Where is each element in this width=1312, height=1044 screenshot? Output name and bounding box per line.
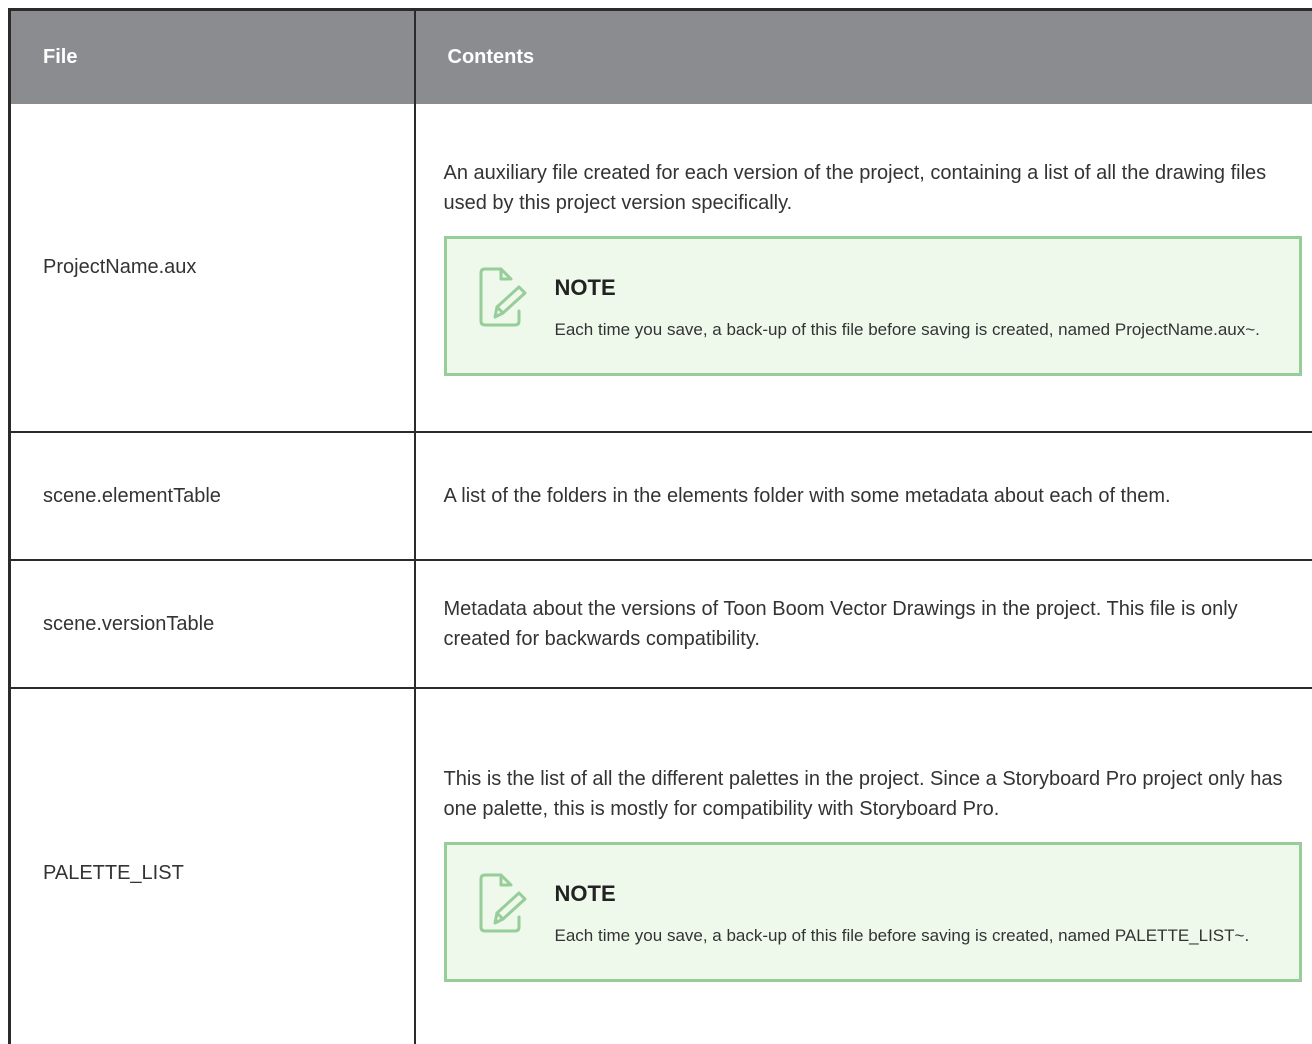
note-box: NOTE Each time you save, a back-up of th…	[443, 236, 1302, 376]
note-body: NOTE Each time you save, a back-up of th…	[555, 871, 1275, 950]
contents-cell: Metadata about the versions of Toon Boom…	[413, 559, 1312, 689]
table-row: ProjectName.aux An auxiliary file create…	[8, 103, 1312, 433]
contents-cell: A list of the folders in the elements fo…	[413, 431, 1312, 561]
note-box: NOTE Each time you save, a back-up of th…	[443, 842, 1302, 982]
file-cell: scene.versionTable	[8, 559, 415, 689]
table-row: scene.elementTable A list of the folders…	[8, 431, 1312, 561]
page: File Contents ProjectName.aux An auxilia…	[0, 0, 1312, 1044]
contents-cell: An auxiliary file created for each versi…	[413, 103, 1312, 433]
description-text: A list of the folders in the elements fo…	[443, 484, 1171, 507]
note-text: Each time you save, a back-up of this fi…	[554, 320, 1260, 340]
file-cell: PALETTE_LIST	[8, 687, 415, 1044]
file-cell: scene.elementTable	[8, 431, 415, 561]
contents-cell: This is the list of all the different pa…	[413, 687, 1312, 1044]
note-pencil-icon	[479, 267, 526, 327]
description-text: This is the list of all the different pa…	[443, 768, 1283, 821]
file-contents-table: File Contents ProjectName.aux An auxilia…	[8, 8, 1312, 1044]
file-cell: ProjectName.aux	[8, 103, 415, 433]
header-file: File	[8, 8, 415, 104]
note-title: NOTE	[554, 275, 616, 301]
description-text: An auxiliary file created for each versi…	[443, 162, 1267, 215]
note-text: Each time you save, a back-up of this fi…	[554, 926, 1250, 946]
table-header-row: File Contents	[8, 8, 1312, 104]
description-text: Metadata about the versions of Toon Boom…	[443, 597, 1238, 650]
table-row: PALETTE_LIST This is the list of all the…	[8, 687, 1312, 1044]
note-body: NOTE Each time you save, a back-up of th…	[555, 265, 1275, 344]
table-row: scene.versionTable Metadata about the ve…	[8, 559, 1312, 689]
note-pencil-icon	[479, 873, 526, 933]
header-contents: Contents	[413, 8, 1312, 104]
note-title: NOTE	[554, 881, 616, 907]
